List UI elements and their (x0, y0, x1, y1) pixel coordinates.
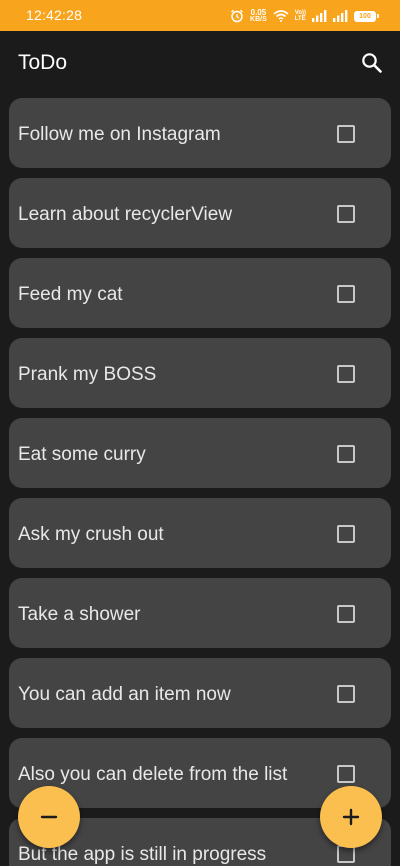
signal-icon (312, 10, 327, 22)
app-bar: ToDo (0, 31, 400, 95)
add-item-button[interactable] (320, 786, 382, 848)
todo-item-checkbox[interactable] (337, 205, 355, 223)
todo-item-text: Learn about recyclerView (18, 204, 233, 225)
alarm-icon (231, 9, 244, 23)
signal-icon-2 (333, 10, 348, 22)
todo-item[interactable]: Ask my crush out (9, 498, 391, 568)
network-speed-unit: KB/S (250, 16, 267, 23)
todo-item-text: You can add an item now (18, 684, 231, 705)
todo-item-text: Feed my cat (18, 284, 123, 305)
todo-screen: 12:42:28 0.05 KB/S Vo)) LTE 100 ToDo Fol… (0, 0, 400, 866)
network-speed: 0.05 KB/S (250, 8, 267, 24)
volte-indicator: Vo)) LTE (295, 10, 306, 22)
todo-item[interactable]: Prank my BOSS (9, 338, 391, 408)
todo-item[interactable]: Feed my cat (9, 258, 391, 328)
search-icon (362, 53, 382, 73)
status-bar: 12:42:28 0.05 KB/S Vo)) LTE 100 (0, 0, 400, 31)
todo-list[interactable]: Follow me on Instagram Learn about recycl… (0, 95, 400, 866)
todo-item-text: Eat some curry (18, 444, 146, 465)
todo-item-checkbox[interactable] (337, 125, 355, 143)
status-time: 12:42:28 (26, 7, 83, 23)
todo-item[interactable]: Learn about recyclerView (9, 178, 391, 248)
battery-icon: 100 (354, 10, 379, 22)
todo-item[interactable]: You can add an item now (9, 658, 391, 728)
todo-item[interactable]: Take a shower (9, 578, 391, 648)
todo-item-checkbox[interactable] (337, 605, 355, 623)
todo-item-text: Ask my crush out (18, 524, 164, 545)
todo-item-text: Prank my BOSS (18, 364, 157, 385)
todo-item-text: Also you can delete from the list (18, 764, 288, 785)
todo-item-text: Take a shower (18, 604, 141, 625)
todo-item-checkbox[interactable] (337, 685, 355, 703)
todo-item-checkbox[interactable] (337, 365, 355, 383)
minus-icon (40, 815, 58, 819)
volte-bottom: LTE (294, 16, 306, 22)
app-title: ToDo (18, 51, 68, 74)
todo-item-checkbox[interactable] (337, 285, 355, 303)
todo-item[interactable]: Follow me on Instagram (9, 98, 391, 168)
todo-item-checkbox[interactable] (337, 525, 355, 543)
network-speed-value: 0.05 (250, 8, 267, 17)
search-button[interactable] (360, 51, 384, 75)
plus-icon (342, 808, 360, 826)
todo-item[interactable]: Eat some curry (9, 418, 391, 488)
todo-item-checkbox[interactable] (337, 765, 355, 783)
battery-level: 100 (359, 12, 371, 20)
todo-item-text: Follow me on Instagram (18, 124, 221, 145)
remove-item-button[interactable] (18, 786, 80, 848)
todo-item-checkbox[interactable] (337, 445, 355, 463)
wifi-icon (273, 10, 289, 22)
status-icons: 0.05 KB/S Vo)) LTE 100 (230, 6, 379, 26)
